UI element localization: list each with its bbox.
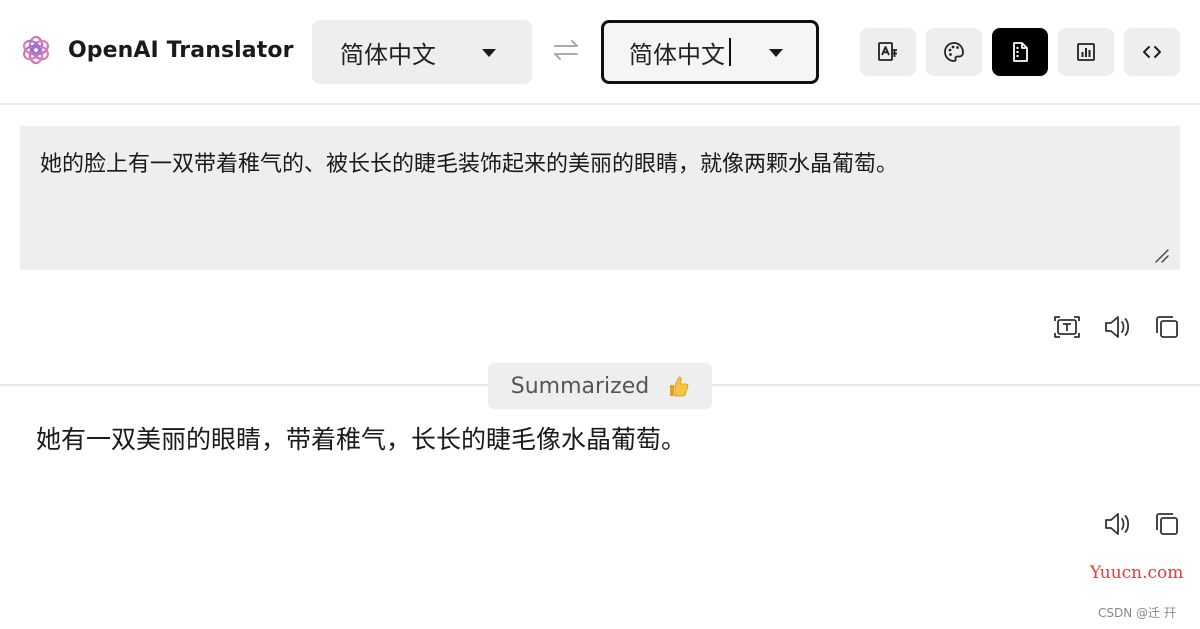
summarize-button[interactable] <box>992 28 1048 76</box>
copy-icon[interactable] <box>1152 509 1182 539</box>
source-text: 她的脸上有一双带着稚气的、被长长的睫毛装饰起来的美丽的眼睛，就像两颗水晶葡萄。 <box>40 152 899 177</box>
code-brackets-icon <box>1140 40 1164 64</box>
thumbs-up-icon <box>667 374 689 398</box>
ocr-scan-icon[interactable] <box>1052 312 1082 342</box>
mode-badge: Summarized <box>488 363 712 409</box>
target-language-value: 简体中文 <box>629 40 725 69</box>
app-title: OpenAI Translator <box>68 37 294 63</box>
analyze-button[interactable] <box>1058 28 1114 76</box>
translate-settings-button[interactable] <box>860 28 916 76</box>
credit-watermark: CSDN @迁 幵 <box>1098 606 1176 620</box>
translate-icon <box>876 40 900 64</box>
text-cursor <box>729 38 731 66</box>
source-text-area[interactable]: 她的脸上有一双带着稚气的、被长长的睫毛装饰起来的美丽的眼睛，就像两颗水晶葡萄。 <box>20 126 1180 270</box>
document-icon <box>1008 40 1032 64</box>
copy-icon[interactable] <box>1152 312 1182 342</box>
mode-badge-label: Summarized <box>510 373 650 399</box>
caret-down-icon <box>482 49 496 57</box>
caret-down-icon <box>769 49 783 57</box>
code-button[interactable] <box>1124 28 1180 76</box>
site-watermark: Yuucn.com <box>1090 563 1184 583</box>
header-bar: OpenAI Translator 简体中文 简体中文 <box>0 0 1200 105</box>
speaker-icon[interactable] <box>1102 312 1132 342</box>
target-language-select[interactable]: 简体中文 <box>601 20 819 84</box>
theme-button[interactable] <box>926 28 982 76</box>
brand: OpenAI Translator <box>20 34 294 66</box>
openai-logo-icon <box>20 34 52 66</box>
source-language-select[interactable]: 简体中文 <box>312 20 532 84</box>
source-language-value: 简体中文 <box>340 40 436 69</box>
chart-icon <box>1074 40 1098 64</box>
swap-languages-icon[interactable] <box>552 38 580 62</box>
result-text: 她有一双美丽的眼睛，带着稚气，长长的睫毛像水晶葡萄。 <box>36 425 687 454</box>
palette-icon <box>942 40 966 64</box>
resize-handle-icon[interactable] <box>1154 248 1170 264</box>
speaker-icon[interactable] <box>1102 509 1132 539</box>
